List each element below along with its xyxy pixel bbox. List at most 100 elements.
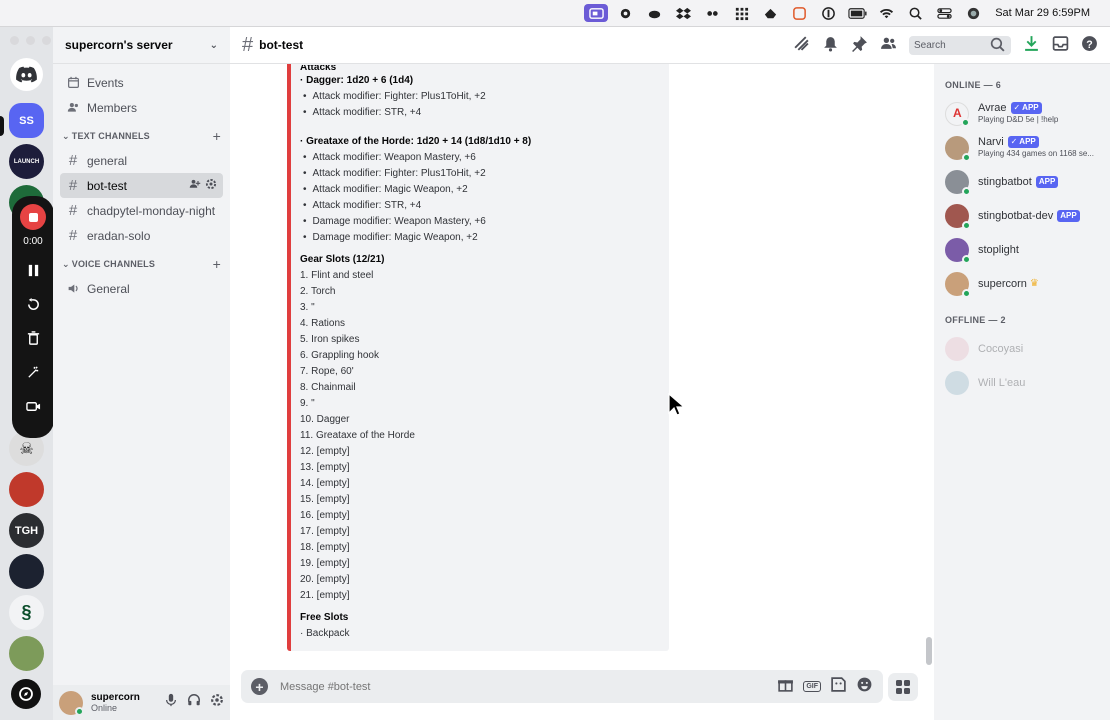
- trash-icon[interactable]: [22, 327, 44, 349]
- voice-channels-category[interactable]: ⌄ VOICE CHANNELS +: [60, 252, 223, 276]
- modifier-line: Attack modifier: Magic Weapon, +2: [300, 182, 657, 198]
- add-voice-channel-button[interactable]: +: [213, 256, 221, 272]
- gear-slot: 9. ": [300, 398, 315, 409]
- headphones-icon[interactable]: [187, 693, 201, 712]
- channel-settings-icon[interactable]: [205, 178, 217, 193]
- member-cocoyasi[interactable]: Cocoyasi: [945, 332, 1102, 366]
- member-stingbotbat-dev[interactable]: stingbotbat-dev APP: [945, 199, 1102, 233]
- channel-eradan-solo[interactable]: # eradan-solo: [60, 223, 223, 248]
- attach-plus-button[interactable]: +: [251, 678, 268, 695]
- member-name: stoplight: [978, 244, 1019, 256]
- wifi-icon[interactable]: [874, 4, 898, 22]
- modifier-line: Attack modifier: Weapon Mastery, +6: [300, 150, 657, 166]
- member-supercorn[interactable]: supercorn ♛: [945, 267, 1102, 301]
- avatar[interactable]: [59, 690, 84, 716]
- dots-status-icon[interactable]: [700, 4, 724, 22]
- apps-grid-icon: [896, 680, 910, 694]
- notification-bell-icon[interactable]: [822, 35, 839, 57]
- gear-slot: 13. [empty]: [300, 462, 350, 473]
- avatar: A: [945, 102, 970, 127]
- voice-channel-general[interactable]: General: [60, 276, 223, 301]
- text-channels-label: TEXT CHANNELS: [71, 131, 150, 141]
- gift-icon[interactable]: [777, 676, 794, 698]
- svg-text:?: ?: [1086, 38, 1092, 50]
- siri-icon[interactable]: [961, 4, 985, 22]
- attacks-header: Attacks: [300, 65, 337, 73]
- download-icon[interactable]: [1023, 35, 1040, 57]
- emoji-icon[interactable]: [856, 676, 873, 698]
- message-input[interactable]: [280, 680, 700, 693]
- discover-servers-icon[interactable]: [11, 679, 41, 709]
- channel-chadpytel-monday-night[interactable]: # chadpytel-monday-night: [60, 198, 223, 223]
- battery-icon[interactable]: [845, 4, 869, 22]
- member-will-leau[interactable]: Will L'eau: [945, 366, 1102, 400]
- zoom-window-button[interactable]: [42, 36, 51, 45]
- server-icon-forest[interactable]: [9, 636, 44, 671]
- events-item[interactable]: Events: [60, 70, 223, 95]
- chat-area: # bot-test Search ? Attacks · Dagger: 1d…: [230, 27, 1110, 720]
- spotlight-search-icon[interactable]: [903, 4, 927, 22]
- help-icon[interactable]: ?: [1081, 35, 1098, 57]
- app-badge: ✓ APP: [1007, 136, 1039, 148]
- apps-launcher-button[interactable]: [888, 673, 918, 701]
- sticker-icon[interactable]: [830, 676, 847, 698]
- channel-bot-test[interactable]: # bot-test: [60, 173, 223, 198]
- gear-slot: 15. [empty]: [300, 494, 350, 505]
- user-info[interactable]: supercorn Online: [91, 692, 140, 714]
- member-stoplight[interactable]: stoplight: [945, 233, 1102, 267]
- discord-home-icon[interactable]: [9, 57, 44, 92]
- gear-slot: 18. [empty]: [300, 542, 350, 553]
- screen-record-status-icon[interactable]: [584, 4, 609, 22]
- member-narvi[interactable]: Narvi ✓ APP Playing 434 games on 1168 se.…: [945, 131, 1102, 165]
- minimize-window-button[interactable]: [26, 36, 35, 45]
- server-icon-ss[interactable]: SS: [9, 103, 44, 138]
- server-icon-red[interactable]: [9, 472, 44, 507]
- chat-scrollbar[interactable]: [926, 637, 932, 665]
- pin-icon[interactable]: [851, 35, 868, 57]
- gear-status-icon[interactable]: [613, 4, 637, 22]
- gear-slot: 1. Flint and steel: [300, 270, 374, 281]
- invite-icon[interactable]: [189, 178, 201, 193]
- bird-status-icon[interactable]: [758, 4, 782, 22]
- member-name: Will L'eau: [978, 377, 1026, 389]
- user-settings-gear-icon[interactable]: [210, 693, 224, 712]
- gif-icon[interactable]: GIF: [803, 681, 821, 692]
- gear-slot: 11. Greataxe of the Horde: [300, 430, 415, 441]
- member-list-icon[interactable]: [880, 35, 897, 57]
- username: supercorn: [91, 691, 140, 703]
- camera-icon[interactable]: [22, 395, 44, 417]
- menubar-clock[interactable]: Sat Mar 29 6:59PM: [995, 7, 1090, 19]
- server-icon-tgh[interactable]: TGH: [9, 513, 44, 548]
- control-center-icon[interactable]: [932, 4, 956, 22]
- grid-status-icon[interactable]: [729, 4, 753, 22]
- text-channels-category[interactable]: ⌄ TEXT CHANNELS +: [60, 124, 223, 148]
- members-item[interactable]: Members: [60, 95, 223, 120]
- app-badge: APP: [1035, 176, 1059, 188]
- channel-general[interactable]: # general: [60, 148, 223, 173]
- effects-icon[interactable]: [22, 361, 44, 383]
- add-text-channel-button[interactable]: +: [213, 128, 221, 144]
- gear-slot: 7. Rope, 60': [300, 366, 354, 377]
- onepassword-icon[interactable]: [816, 4, 840, 22]
- server-ss-label: SS: [19, 114, 34, 127]
- server-icon-launch-scout[interactable]: LAUNCH: [9, 144, 44, 179]
- app-status-icon[interactable]: [787, 4, 811, 22]
- member-stingbatbot[interactable]: stingbatbot APP: [945, 165, 1102, 199]
- inbox-icon[interactable]: [1052, 35, 1069, 57]
- microphone-icon[interactable]: [164, 693, 178, 712]
- gear-slot: 12. [empty]: [300, 446, 350, 457]
- pause-icon[interactable]: [22, 259, 44, 281]
- server-tgh-label: TGH: [14, 524, 39, 537]
- stop-recording-button[interactable]: [20, 204, 46, 230]
- hashtag-icon: #: [68, 152, 78, 169]
- turtle-status-icon[interactable]: [642, 4, 666, 22]
- member-avrae[interactable]: A Avrae ✓ APP Playing D&D 5e | !help: [945, 97, 1102, 131]
- server-header[interactable]: supercorn's server ⌄: [53, 27, 230, 64]
- threads-icon[interactable]: [793, 35, 810, 57]
- dropbox-icon[interactable]: [671, 4, 695, 22]
- search-input[interactable]: Search: [909, 36, 1011, 55]
- restart-icon[interactable]: [22, 293, 44, 315]
- server-icon-snake[interactable]: §: [9, 595, 44, 630]
- server-icon-everon[interactable]: [9, 554, 44, 589]
- close-window-button[interactable]: [10, 36, 19, 45]
